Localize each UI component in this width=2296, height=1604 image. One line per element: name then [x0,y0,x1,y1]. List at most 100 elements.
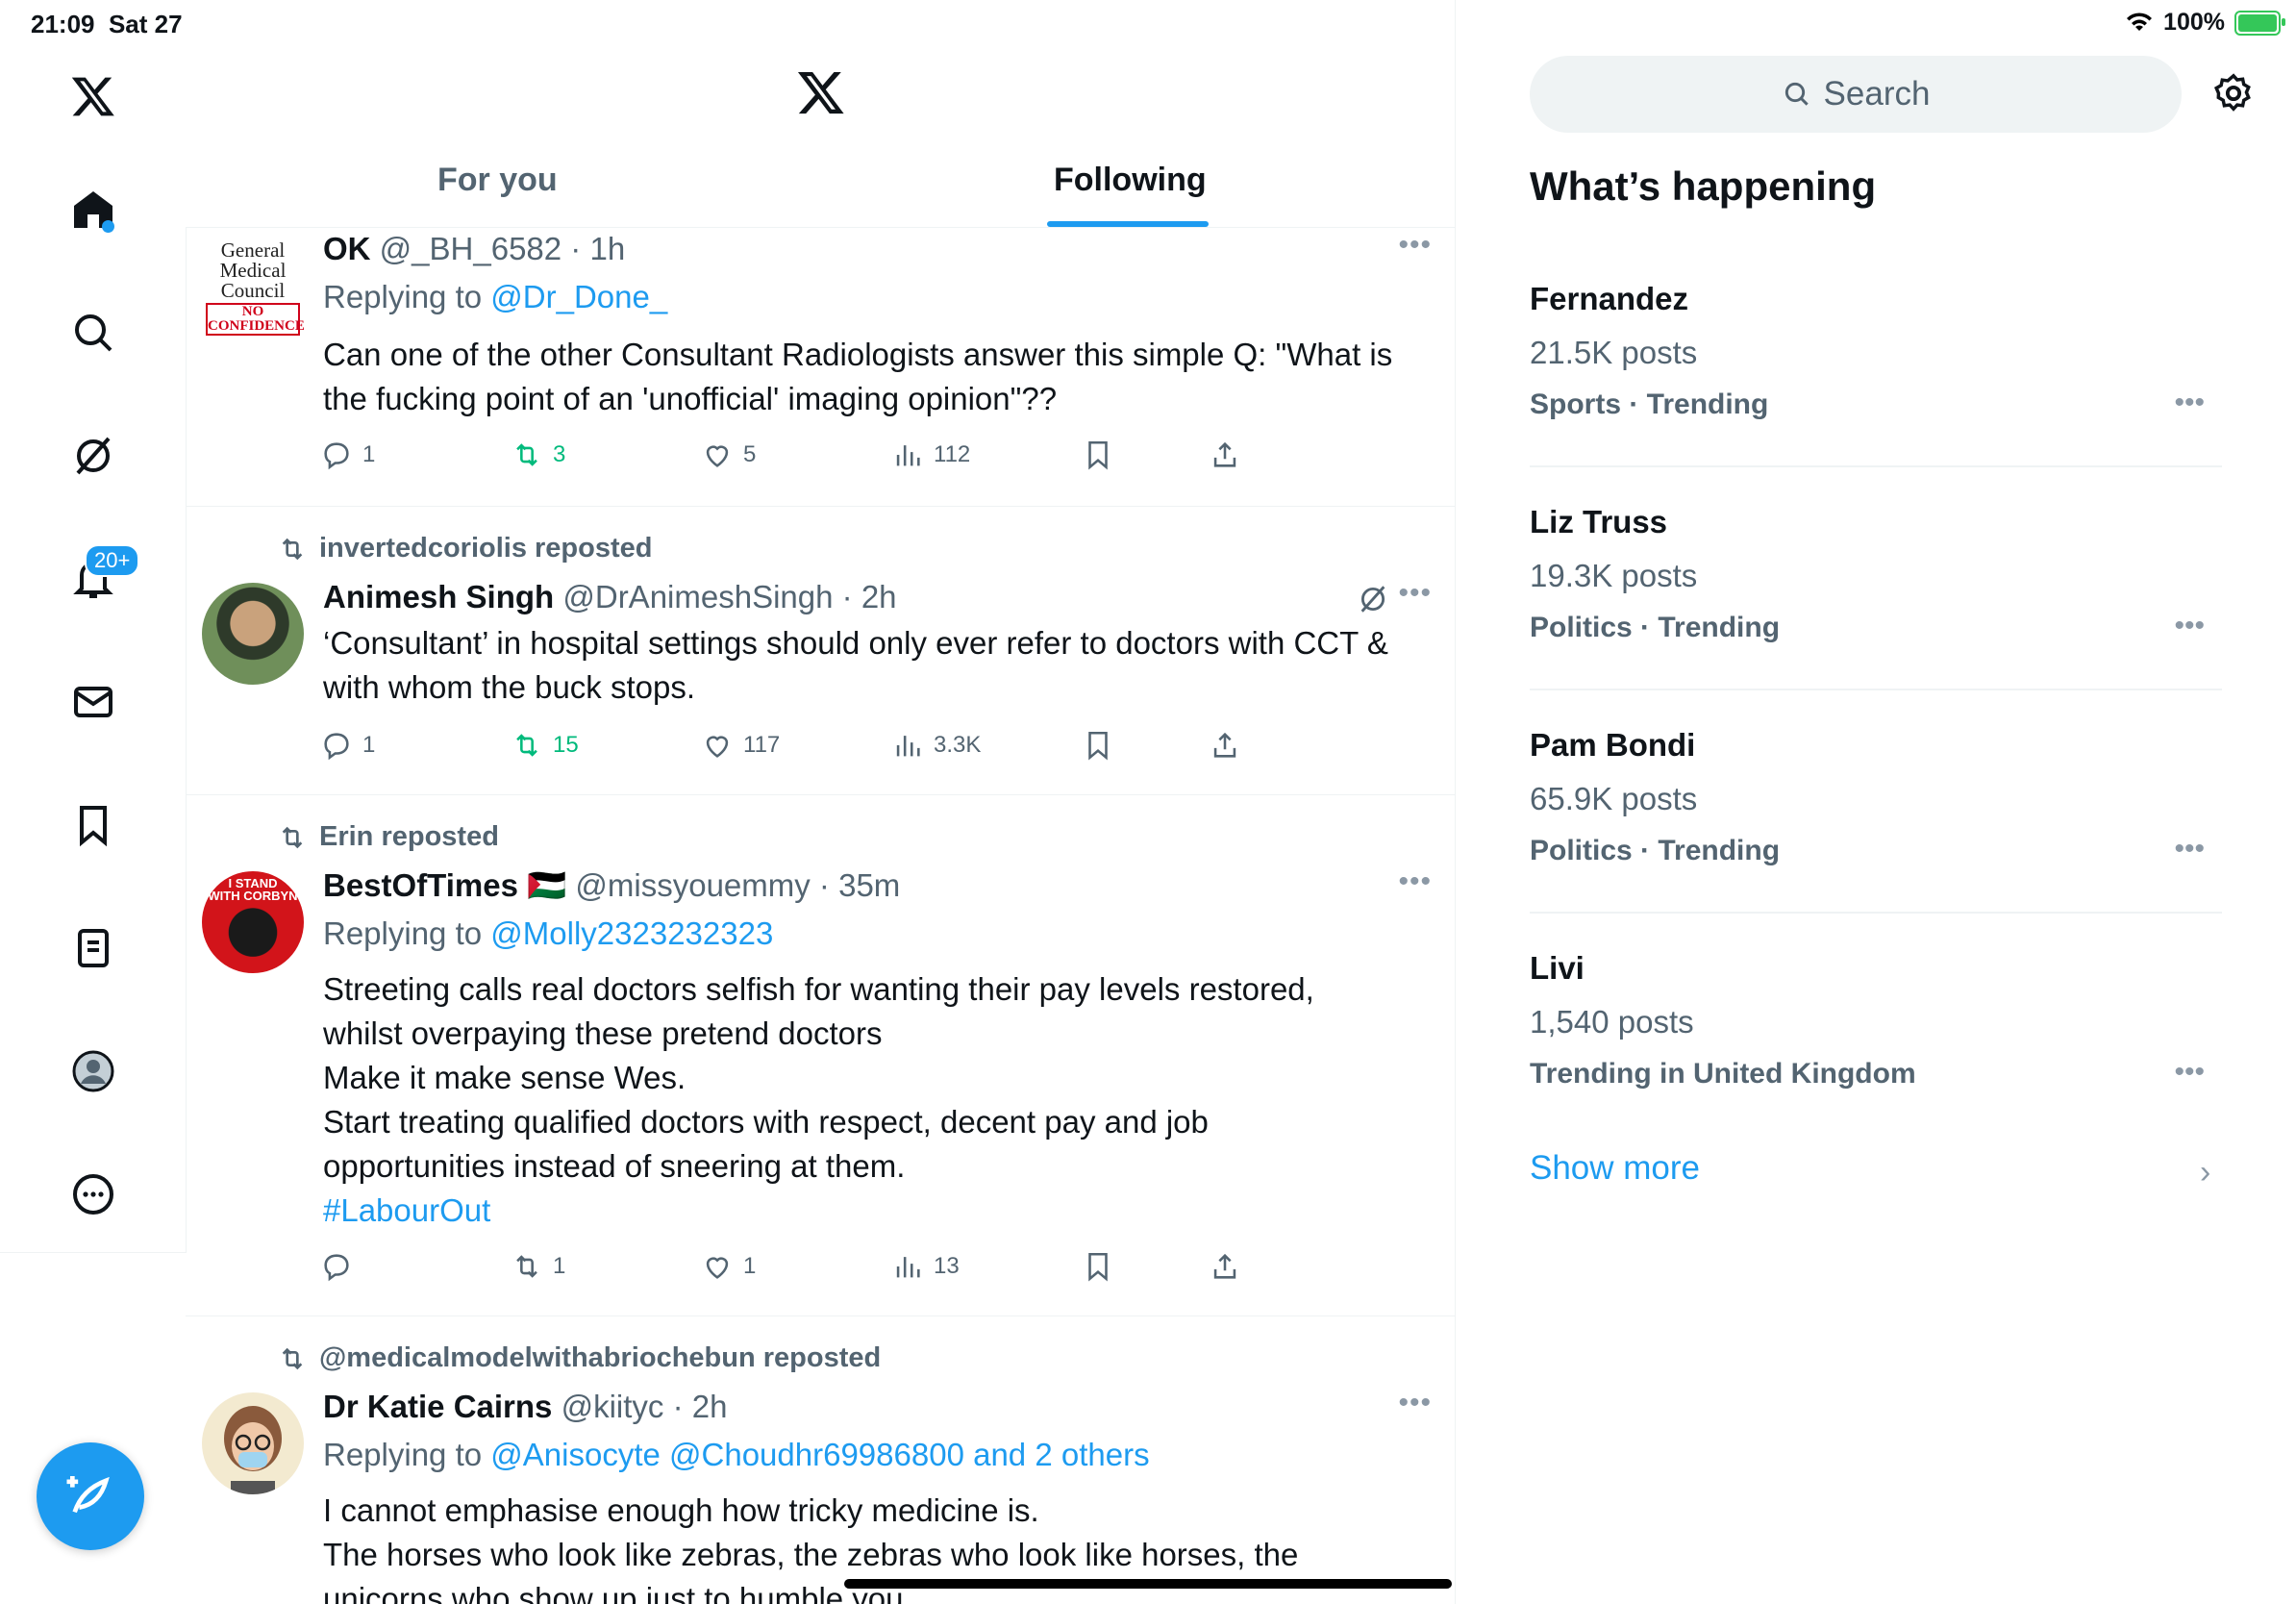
tweet-more-icon[interactable]: ••• [1398,865,1432,898]
tweet[interactable]: General Medical Council NO CONFIDENCE OK… [186,227,1455,507]
hashtag-link[interactable]: #LabourOut [323,1189,1438,1233]
timeline: For you Following General Medical Counci… [186,0,1456,1604]
trend-more-icon[interactable]: ••• [2174,833,2205,865]
author-handle[interactable]: @DrAnimeshSingh [562,579,833,614]
views-button[interactable]: 112 [891,439,970,471]
tweet-text: Streeting calls real doctors selfish for… [323,967,1438,1233]
replying-to-link[interactable]: @Anisocyte @Choudhr69986800 and 2 others [490,1437,1149,1472]
replying-to-link[interactable]: @Dr_Done_ [490,279,667,314]
author-name[interactable]: BestOfTimes [323,867,518,903]
author-name[interactable]: Animesh Singh [323,579,554,614]
author-handle[interactable]: @_BH_6582 [380,231,562,266]
home-indicator[interactable] [844,1579,1452,1589]
tweet-time[interactable]: 2h [692,1389,728,1424]
views-button[interactable]: 13 [891,1250,960,1283]
tab-for-you[interactable]: For you [437,162,558,199]
reply-icon [324,733,349,761]
repost-button[interactable]: 15 [511,729,579,762]
grok-analyze-icon[interactable] [1357,583,1389,615]
reply-button[interactable]: 1 [320,729,375,762]
repost-small-icon [282,1347,303,1369]
grok-svg [76,437,111,475]
timeline-header: For you Following [186,0,1455,228]
like-button[interactable]: 117 [701,729,780,762]
reply-button[interactable]: 1 [320,439,375,471]
author-handle[interactable]: @kiityc [562,1389,664,1424]
x-logo-icon[interactable] [61,63,126,129]
status-right: 100% [2125,9,2285,37]
author-name[interactable]: Dr Katie Cairns [323,1389,552,1424]
share-button[interactable] [1209,1250,1241,1283]
views-button[interactable]: 3.3K [891,729,981,762]
settings-gear-icon[interactable] [2211,71,2256,115]
trend-item[interactable]: Liz Truss 19.3K posts Politics · Trendin… [1530,465,2222,690]
reposted-by-text[interactable]: @medicalmodelwithabriochebun reposted [319,1342,881,1374]
trend-more-icon[interactable]: ••• [2174,387,2205,419]
bookmark-button[interactable] [1082,1250,1114,1283]
repost-icon [516,443,537,466]
trend-more-icon[interactable]: ••• [2174,1056,2205,1089]
reply-button[interactable] [320,1250,362,1283]
tweet-more-icon[interactable]: ••• [1398,229,1432,262]
lists-icon[interactable] [61,915,126,981]
repost-small-icon [282,538,303,560]
list-svg [78,929,109,967]
show-more-link[interactable]: Show more [1530,1149,1700,1188]
grok-icon[interactable] [61,423,126,489]
bookmark-button[interactable] [1082,439,1114,471]
tweet-time[interactable]: 2h [861,579,897,614]
search-icon [1784,82,1809,106]
reply-count: 1 [362,732,376,758]
trend-item[interactable]: Pam Bondi 65.9K posts Politics · Trendin… [1530,689,2222,914]
tweet-time[interactable]: 35m [838,867,900,903]
more-svg [73,1174,113,1215]
search-input[interactable]: Search [1530,56,2182,133]
trend-more-icon[interactable]: ••• [2174,610,2205,642]
avatar-text: CONFIDENCE [208,318,304,334]
share-button[interactable] [1209,439,1241,471]
avatar[interactable] [202,583,304,685]
trend-item[interactable]: Livi 1,540 posts Trending in United King… [1530,912,2222,1135]
tweet[interactable]: @medicalmodelwithabriochebun reposted Dr… [186,1316,1455,1604]
tweet-line: the fucking point of an 'unofficial' ima… [323,381,1058,416]
tweet[interactable]: invertedcoriolis reposted Animesh Singh … [186,506,1455,795]
replying-to-link[interactable]: @Molly2323232323 [490,915,773,951]
reposted-by: Erin reposted [277,821,499,853]
tweet-more-icon[interactable]: ••• [1398,1387,1432,1419]
tweet-line: Start treating qualified doctors with re… [323,1104,1209,1140]
avatar[interactable]: General Medical Council NO CONFIDENCE [202,238,304,340]
search-svg [75,314,112,352]
x-header-logo-icon[interactable] [796,67,846,117]
chevron-right-icon[interactable]: › [2200,1154,2210,1191]
tweet-time[interactable]: 1h [589,231,625,266]
left-nav: 20+ [0,44,187,1253]
like-button[interactable]: 5 [701,439,756,471]
replying-label: Replying to [323,915,483,951]
avatar[interactable] [202,1392,304,1494]
share-button[interactable] [1209,729,1241,762]
home-icon[interactable] [61,177,126,242]
profile-icon[interactable] [61,1039,126,1104]
tab-following[interactable]: Following [1054,162,1207,199]
trend-name: Livi [1530,950,1585,986]
more-icon[interactable] [61,1162,126,1227]
repost-button[interactable]: 3 [511,439,565,471]
tweet-more-icon[interactable]: ••• [1398,577,1432,610]
author-handle[interactable]: @missyouemmy [575,867,810,903]
avatar[interactable]: I STAND WITH CORBYN [202,871,304,973]
reposted-by-text[interactable]: invertedcoriolis reposted [319,533,653,564]
tweet-header: OK @_BH_6582 · 1h [323,231,626,266]
like-button[interactable]: 1 [701,1250,756,1283]
bookmark-button[interactable] [1082,729,1114,762]
views-icon [896,445,920,466]
compose-button[interactable] [37,1442,144,1550]
reposted-by-text[interactable]: Erin reposted [319,821,499,853]
tweet[interactable]: Erin reposted I STAND WITH CORBYN BestOf… [186,794,1455,1316]
trend-item[interactable]: Fernandez 21.5K posts Sports · Trending … [1530,242,2222,467]
author-name[interactable]: OK [323,231,371,266]
messages-icon[interactable] [61,669,126,735]
repost-button[interactable]: 1 [511,1250,565,1283]
search-icon[interactable] [61,300,126,365]
repost-icon [516,734,537,757]
bookmarks-icon[interactable] [61,792,126,858]
